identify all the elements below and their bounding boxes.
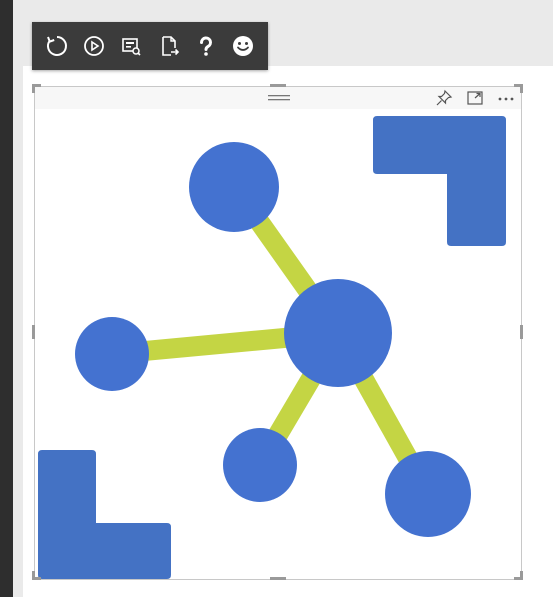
node-bottom-right xyxy=(385,451,471,537)
help-button[interactable] xyxy=(192,32,220,60)
play-icon xyxy=(84,36,104,56)
resize-handle-left[interactable] xyxy=(32,325,35,339)
resize-handle-bottom-right[interactable] xyxy=(520,571,523,580)
export-icon xyxy=(161,36,179,56)
network-graph-image xyxy=(38,116,506,579)
resize-handle-top-left[interactable] xyxy=(32,84,35,93)
left-panel-strip xyxy=(0,0,13,597)
floating-toolbar xyxy=(32,22,268,70)
refresh-icon xyxy=(46,36,67,56)
node-bottom xyxy=(223,428,297,502)
resize-handle-top[interactable] xyxy=(270,84,286,87)
corner-shape-top-right xyxy=(373,116,506,246)
report-icon xyxy=(122,38,141,56)
node-center xyxy=(284,279,392,387)
play-button[interactable] xyxy=(80,32,108,60)
export-button[interactable] xyxy=(155,32,183,60)
report-button[interactable] xyxy=(117,32,145,60)
node-left xyxy=(75,317,149,391)
refresh-button[interactable] xyxy=(43,32,71,60)
resize-handle-bottom[interactable] xyxy=(270,577,286,580)
resize-handle-right[interactable] xyxy=(520,325,523,339)
feedback-button[interactable] xyxy=(229,32,257,60)
node-top xyxy=(189,142,279,232)
question-icon xyxy=(199,36,212,56)
resize-handle-top-right[interactable] xyxy=(520,84,523,93)
resize-handle-bottom-left[interactable] xyxy=(32,571,35,580)
corner-shape-bottom-left xyxy=(38,450,171,579)
smiley-icon xyxy=(233,36,254,56)
